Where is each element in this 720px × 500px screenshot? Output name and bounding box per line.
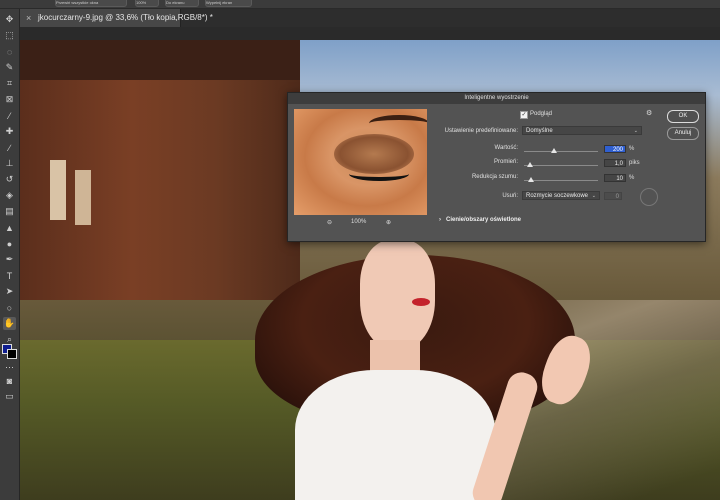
- photo-lips: [412, 298, 430, 306]
- angle-field[interactable]: 0: [604, 192, 622, 200]
- amount-slider-track[interactable]: [524, 151, 598, 152]
- document-tab-title: jkocurczarny-9.jpg @ 33,6% (Tło kopia,RG…: [38, 13, 213, 22]
- tools-panel: ✥ ⬚ ◌ ✎ ⌗ ⊠ ⁄ ✚ ∕ ⊥ ↺ ◈ ▤ ▲ ● ✒ T ➤ ○ ✋ …: [0, 9, 20, 500]
- ok-button[interactable]: OK: [667, 110, 699, 123]
- smart-sharpen-dialog: Inteligentne wyostrzenie ⊖ 100% ⊕ ✓ Podg…: [287, 92, 706, 242]
- pen-tool-icon[interactable]: ✒: [3, 253, 16, 266]
- marquee-tool-icon[interactable]: ⬚: [3, 29, 16, 42]
- radius-slider-track[interactable]: [524, 165, 598, 166]
- fill-screen-button[interactable]: Wypełnij ekran: [205, 0, 252, 7]
- noise-reduction-field[interactable]: 10: [604, 174, 626, 182]
- amount-slider-thumb[interactable]: [550, 148, 557, 153]
- radius-unit: piks: [629, 160, 640, 166]
- preview-zoom-row: ⊖ 100% ⊕: [294, 219, 427, 229]
- preview-checkbox-label: Podgląd: [530, 111, 553, 117]
- screen-mode-icon[interactable]: ▭: [3, 390, 16, 403]
- radius-slider-thumb[interactable]: [526, 162, 533, 167]
- type-tool-icon[interactable]: T: [3, 269, 16, 282]
- eraser-tool-icon[interactable]: ◈: [3, 189, 16, 202]
- gradient-tool-icon[interactable]: ▤: [3, 205, 16, 218]
- photo-shirt: [295, 370, 495, 500]
- lasso-tool-icon[interactable]: ◌: [3, 45, 16, 58]
- move-tool-icon[interactable]: ✥: [3, 13, 16, 26]
- zoom-in-icon[interactable]: ⊕: [386, 219, 391, 226]
- photo-building: [20, 40, 300, 300]
- preview-checkbox[interactable]: ✓: [520, 111, 528, 119]
- eyedropper-tool-icon[interactable]: ⁄: [3, 109, 16, 122]
- document-tab[interactable]: × jkocurczarny-9.jpg @ 33,6% (Tło kopia,…: [20, 9, 213, 27]
- close-icon[interactable]: ×: [26, 9, 31, 27]
- shadows-highlights-section[interactable]: Cienie/obszary oświetlone: [446, 217, 521, 223]
- sharpen-preview-image[interactable]: [294, 109, 427, 215]
- fit-screen-button[interactable]: Do ekranu: [165, 0, 199, 7]
- quick-select-tool-icon[interactable]: ✎: [3, 61, 16, 74]
- zoom-100-button[interactable]: 100%: [135, 0, 159, 7]
- document-tab-bar: × jkocurczarny-9.jpg @ 33,6% (Tło kopia,…: [20, 9, 720, 27]
- settings-gear-icon[interactable]: ⚙: [646, 109, 652, 117]
- scroll-all-windows-button[interactable]: Przewiń wszystkie okna: [55, 0, 127, 7]
- more-tools-icon[interactable]: ⋯: [3, 361, 16, 374]
- dodge-tool-icon[interactable]: ●: [3, 237, 16, 250]
- healing-tool-icon[interactable]: ✚: [3, 125, 16, 138]
- amount-label: Wartość:: [494, 145, 518, 151]
- dialog-title: Inteligentne wyostrzenie: [288, 93, 705, 104]
- history-brush-tool-icon[interactable]: ↺: [3, 173, 16, 186]
- noise-reduction-slider-thumb[interactable]: [528, 177, 535, 182]
- preset-label: Ustawienie predefiniowane:: [444, 128, 518, 134]
- crop-tool-icon[interactable]: ⌗: [3, 77, 16, 90]
- remove-label: Usuń:: [502, 193, 518, 199]
- zoom-level: 100%: [351, 219, 367, 225]
- disclosure-triangle-icon[interactable]: ›: [439, 217, 441, 223]
- preset-select[interactable]: Domyślne ⌄: [522, 126, 642, 135]
- background-color-swatch[interactable]: [7, 349, 17, 359]
- angle-dial[interactable]: [640, 188, 658, 206]
- preset-value: Domyślne: [526, 128, 553, 134]
- photo-face: [360, 240, 435, 350]
- chevron-down-icon: ⌄: [591, 193, 596, 199]
- remove-blur-value: Rozmycie soczewkowe: [526, 193, 589, 199]
- noise-reduction-label: Redukcja szumu:: [471, 174, 518, 180]
- amount-unit: %: [629, 146, 635, 152]
- hand-tool-icon[interactable]: ✋: [3, 317, 16, 330]
- remove-blur-select[interactable]: Rozmycie soczewkowe ⌄: [522, 191, 600, 200]
- radius-label: Promień:: [493, 159, 518, 165]
- frame-tool-icon[interactable]: ⊠: [3, 93, 16, 106]
- quick-mask-icon[interactable]: ◙: [3, 374, 16, 387]
- stamp-tool-icon[interactable]: ⊥: [3, 157, 16, 170]
- zoom-out-icon[interactable]: ⊖: [327, 219, 332, 226]
- noise-reduction-slider-track[interactable]: [524, 180, 598, 181]
- options-bar: Przewiń wszystkie okna 100% Do ekranu Wy…: [0, 0, 720, 9]
- cancel-button[interactable]: Anuluj: [667, 127, 699, 140]
- brush-tool-icon[interactable]: ∕: [3, 141, 16, 154]
- noise-reduction-unit: %: [629, 175, 635, 181]
- radius-field[interactable]: 1,0: [604, 159, 626, 167]
- ellipse-tool-icon[interactable]: ○: [3, 301, 16, 314]
- amount-field[interactable]: 200: [604, 145, 626, 153]
- chevron-down-icon: ⌄: [633, 128, 638, 134]
- blur-tool-icon[interactable]: ▲: [3, 221, 16, 234]
- path-select-tool-icon[interactable]: ➤: [3, 285, 16, 298]
